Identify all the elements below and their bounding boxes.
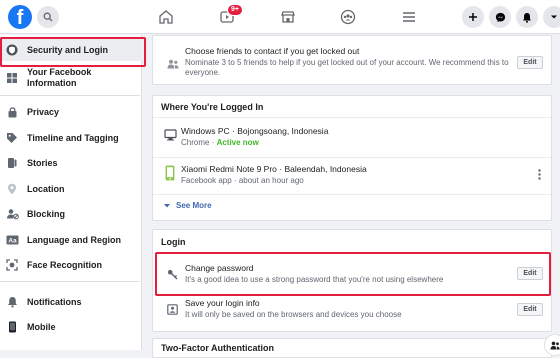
- sidebar-item-language-and-region[interactable]: Aa Language and Region: [0, 232, 142, 248]
- save-login-info-title: Save your login info: [185, 298, 260, 308]
- facebook-info-icon: [5, 71, 19, 85]
- sidebar-item-mobile[interactable]: Mobile: [0, 319, 142, 335]
- lock-icon: [5, 105, 19, 119]
- settings-sidebar: Security and Login Your Facebook Informa…: [0, 35, 142, 350]
- svg-text:Aa: Aa: [8, 238, 17, 245]
- two-factor-title: Two-Factor Authentication: [161, 343, 274, 353]
- account-menu-button[interactable]: [543, 6, 560, 28]
- save-login-info-row[interactable]: Save your login info It will only be sav…: [153, 296, 551, 324]
- where-logged-in-title: Where You're Logged In: [161, 102, 264, 112]
- sidebar-item-privacy[interactable]: Privacy: [0, 104, 142, 120]
- sidebar-item-timeline-and-tagging[interactable]: Timeline and Tagging: [0, 130, 142, 146]
- trusted-contacts-icon: [167, 56, 179, 74]
- chevron-down-icon: [164, 203, 170, 207]
- save-login-info-description: It will only be saved on the browsers an…: [185, 310, 402, 319]
- session-device: Xiaomi Redmi Note 9 Pro · Baleendah, Ind…: [181, 164, 367, 174]
- two-factor-card: Two-Factor Authentication: [152, 338, 552, 358]
- messenger-button[interactable]: [489, 6, 511, 28]
- location-pin-icon: [5, 182, 19, 196]
- notifications-button[interactable]: [516, 6, 538, 28]
- save-login-icon: [167, 302, 178, 320]
- groups-icon: [340, 9, 356, 25]
- login-title: Login: [161, 237, 186, 247]
- session-row: Xiaomi Redmi Note 9 Pro · Baleendah, Ind…: [153, 161, 551, 189]
- session-row: Windows PC · Bojongsoang, Indonesia Chro…: [153, 124, 551, 150]
- create-button[interactable]: [462, 6, 484, 28]
- marketplace-tab[interactable]: [278, 7, 298, 27]
- highlight-security-and-login: [0, 37, 146, 67]
- mobile-phone-icon: [5, 320, 19, 334]
- language-icon: Aa: [5, 233, 19, 247]
- chevron-down-icon: [551, 15, 557, 19]
- people-icon: [550, 341, 560, 349]
- hamburger-menu-icon: [403, 12, 415, 22]
- blocking-icon: [5, 207, 19, 221]
- sidebar-item-your-facebook-information[interactable]: Your Facebook Information: [0, 66, 142, 90]
- search-icon: [43, 12, 53, 22]
- tag-icon: [5, 131, 19, 145]
- groups-tab[interactable]: [338, 7, 358, 27]
- mobile-device-icon: [165, 165, 175, 186]
- session-separator: ·: [209, 138, 217, 147]
- desktop-icon: [164, 128, 177, 146]
- home-tab[interactable]: [156, 7, 176, 27]
- sidebar-item-blocking[interactable]: Blocking: [0, 206, 142, 222]
- trusted-contacts-description: Nominate 3 to 5 friends to help if you g…: [185, 58, 509, 77]
- see-more-link[interactable]: See More: [163, 201, 212, 210]
- trusted-contacts-card: Choose friends to contact if you get loc…: [152, 35, 552, 85]
- notification-badge: 9+: [227, 4, 243, 16]
- notifications-bell-icon: [5, 295, 19, 309]
- sidebar-item-face-recognition[interactable]: Face Recognition: [0, 257, 142, 273]
- sidebar-item-location[interactable]: Location: [0, 181, 142, 197]
- top-navigation-bar: f 9+: [0, 0, 560, 34]
- bell-icon: [523, 12, 531, 23]
- session-app: Facebook app · about an hour ago: [181, 176, 304, 185]
- divider: [153, 157, 551, 158]
- divider: [153, 194, 551, 195]
- highlight-change-password: [155, 252, 551, 296]
- where-logged-in-card: Where You're Logged In Windows PC · Bojo…: [152, 95, 552, 221]
- home-icon: [159, 10, 173, 24]
- contacts-floating-button[interactable]: [544, 334, 560, 356]
- stories-icon: [5, 156, 19, 170]
- session-device: Windows PC · Bojongsoang, Indonesia: [181, 126, 329, 136]
- messenger-icon: [495, 12, 505, 22]
- more-options-icon[interactable]: [538, 167, 541, 185]
- sidebar-divider: [0, 281, 140, 282]
- trusted-contacts-title: Choose friends to contact if you get loc…: [185, 46, 360, 56]
- trusted-contacts-edit-button[interactable]: Edit: [517, 56, 543, 69]
- facebook-logo[interactable]: f: [8, 5, 32, 29]
- sidebar-divider: [0, 95, 140, 96]
- divider: [153, 117, 551, 118]
- watch-tab[interactable]: 9+: [217, 4, 243, 27]
- face-recognition-icon: [5, 258, 19, 272]
- session-app: Chrome: [181, 138, 210, 147]
- session-active-status: Active now: [216, 138, 259, 147]
- plus-icon: [469, 13, 477, 21]
- marketplace-icon: [281, 11, 295, 23]
- sidebar-item-stories[interactable]: Stories: [0, 155, 142, 171]
- menu-tab[interactable]: [399, 7, 419, 27]
- search-button[interactable]: [37, 6, 59, 28]
- save-login-info-edit-button[interactable]: Edit: [517, 303, 543, 316]
- sidebar-item-notifications[interactable]: Notifications: [0, 294, 142, 310]
